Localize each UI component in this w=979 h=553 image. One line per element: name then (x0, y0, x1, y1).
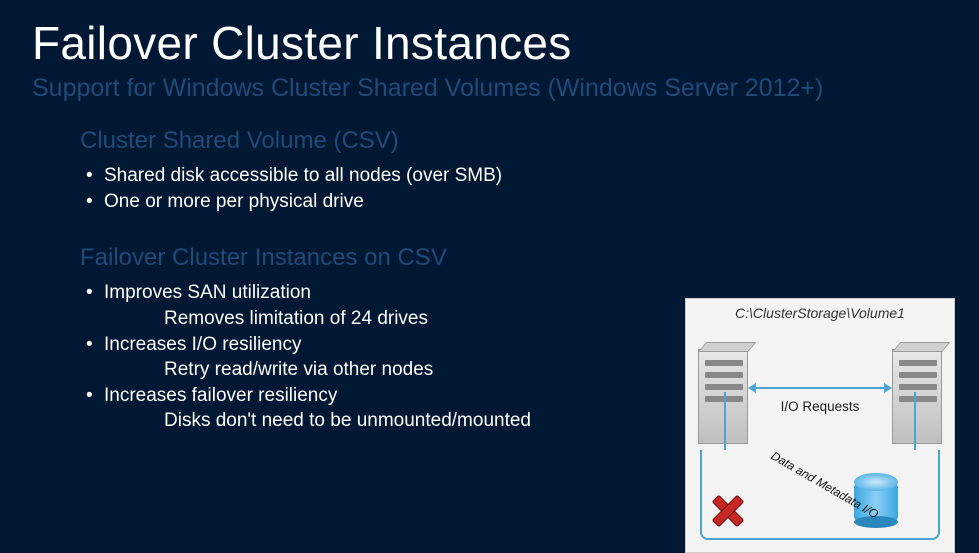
slide-subtitle: Support for Windows Cluster Shared Volum… (0, 70, 979, 103)
bullet-item: Shared disk accessible to all nodes (ove… (104, 163, 979, 189)
slide-content: Cluster Shared Volume (CSV) Shared disk … (0, 103, 979, 434)
bullet-text: Improves SAN utilization (104, 282, 311, 303)
section-csv-bullets: Shared disk accessible to all nodes (ove… (80, 163, 979, 214)
server-left-icon (698, 349, 748, 444)
bullet-item: One or more per physical drive (104, 189, 979, 215)
diagram-path-label: C:\ClusterStorage\Volume1 (686, 305, 954, 321)
section-csv: Cluster Shared Volume (CSV) Shared disk … (0, 103, 979, 214)
bullet-text: Increases failover resiliency (104, 385, 337, 406)
failure-cross-icon (712, 494, 742, 524)
slide-title: Failover Cluster Instances (0, 0, 979, 70)
section-csv-heading: Cluster Shared Volume (CSV) (80, 127, 979, 155)
io-arrow-icon (754, 377, 886, 399)
csv-diagram: C:\ClusterStorage\Volume1 I/O Requests D… (685, 298, 955, 553)
bullet-text: Increases I/O resiliency (104, 334, 301, 355)
server-right-icon (892, 349, 942, 444)
section-fci-heading: Failover Cluster Instances on CSV (80, 244, 979, 272)
